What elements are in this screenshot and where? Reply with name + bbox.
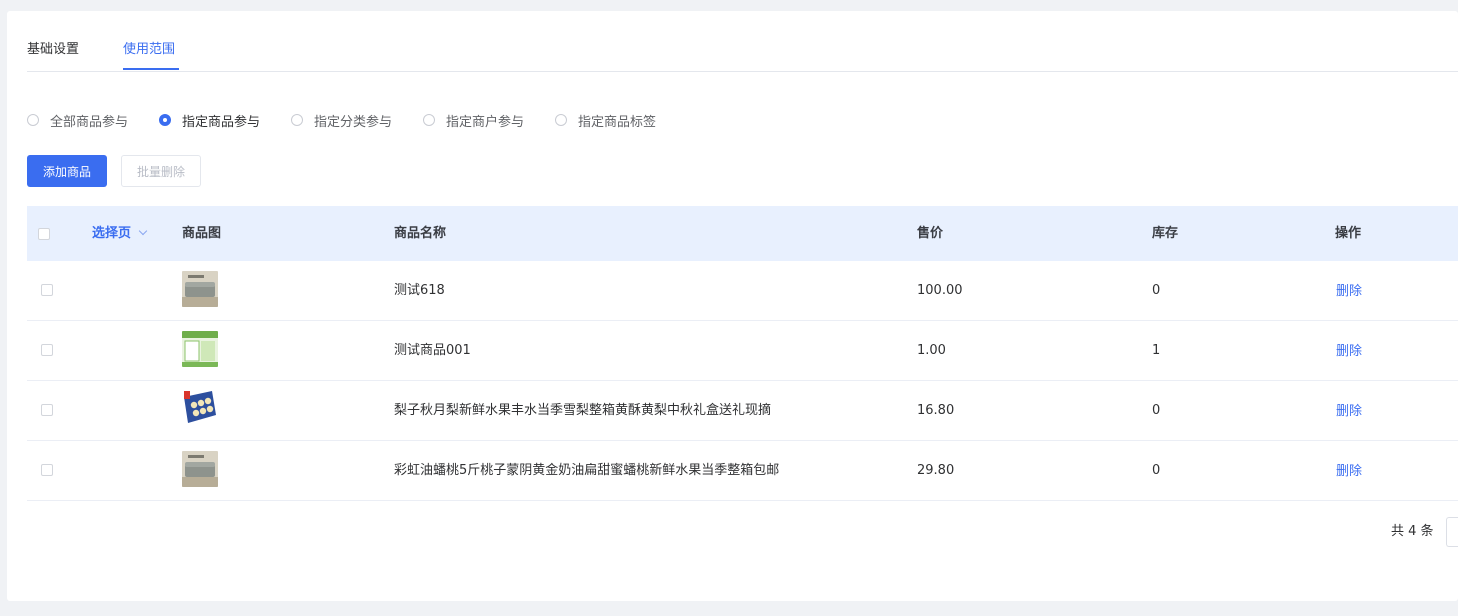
radio-label: 全部商品参与 xyxy=(50,114,129,130)
select-page-label: 选择页 xyxy=(92,226,132,241)
batch-delete-button[interactable]: 批量删除 xyxy=(121,155,201,187)
tab-bar: 基础设置 使用范围 xyxy=(27,11,1458,72)
product-name: 梨子秋月梨新鲜水果丰水当季雪梨整箱黄酥黄梨中秋礼盒送礼现摘 xyxy=(394,403,772,418)
radio-all-products[interactable]: 全部商品参与 xyxy=(27,110,128,130)
product-stock: 0 xyxy=(1152,283,1161,298)
product-thumbnail-sofa xyxy=(182,451,218,487)
radio-label: 指定商品标签 xyxy=(578,114,657,130)
product-stock: 0 xyxy=(1152,463,1161,478)
delete-link[interactable]: 删除 xyxy=(1336,442,1362,501)
product-thumbnail-pear-giftbox xyxy=(182,389,218,425)
page-size-select[interactable] xyxy=(1446,517,1458,547)
column-header-image: 商品图 xyxy=(182,226,222,241)
delete-link[interactable]: 删除 xyxy=(1336,382,1362,441)
row-checkbox[interactable] xyxy=(41,284,53,296)
tab-usage-scope[interactable]: 使用范围 xyxy=(123,40,175,60)
chevron-down-icon xyxy=(138,226,148,236)
radio-specified-categories[interactable]: 指定分类参与 xyxy=(291,110,392,130)
radio-circle-icon[interactable] xyxy=(555,114,567,126)
add-product-button[interactable]: 添加商品 xyxy=(27,155,107,187)
pagination-total: 共 4 条 xyxy=(1391,524,1434,539)
delete-link[interactable]: 删除 xyxy=(1336,262,1362,321)
product-stock: 1 xyxy=(1152,343,1161,358)
row-checkbox[interactable] xyxy=(41,344,53,356)
table-header: 选择页 商品图 商品名称 售价 库存 操作 xyxy=(27,206,1458,261)
product-name: 测试618 xyxy=(394,283,445,298)
table-row: 梨子秋月梨新鲜水果丰水当季雪梨整箱黄酥黄梨中秋礼盒送礼现摘 16.80 0 删除 xyxy=(27,381,1458,441)
table-row: 测试618 100.00 0 删除 xyxy=(27,261,1458,321)
main-card: 基础设置 使用范围 全部商品参与 指定商品参与 指定分类参与 指定商户参与 指定… xyxy=(7,11,1458,601)
row-checkbox[interactable] xyxy=(41,404,53,416)
radio-specified-tags[interactable]: 指定商品标签 xyxy=(555,110,656,130)
radio-label: 指定商品参与 xyxy=(182,114,261,130)
product-name: 测试商品001 xyxy=(394,343,471,358)
product-table: 选择页 商品图 商品名称 售价 库存 操作 测试618 100.00 0 删除 … xyxy=(27,206,1458,501)
column-header-price: 售价 xyxy=(917,226,944,241)
radio-circle-icon[interactable] xyxy=(291,114,303,126)
product-thumbnail-sofa xyxy=(182,271,218,307)
radio-circle-icon[interactable] xyxy=(423,114,435,126)
radio-circle-icon[interactable] xyxy=(27,114,39,126)
table-row: 彩虹油蟠桃5斤桃子蒙阴黄金奶油扁甜蜜蟠桃新鲜水果当季整箱包邮 29.80 0 删… xyxy=(27,441,1458,501)
active-tab-indicator xyxy=(123,68,179,70)
column-header-action: 操作 xyxy=(1335,226,1362,241)
select-page-dropdown[interactable]: 选择页 xyxy=(92,206,148,261)
row-checkbox[interactable] xyxy=(41,464,53,476)
select-all-checkbox[interactable] xyxy=(38,228,50,240)
product-thumbnail-green-box xyxy=(182,331,218,367)
product-price: 1.00 xyxy=(917,343,946,358)
radio-label: 指定分类参与 xyxy=(314,114,393,130)
product-price: 29.80 xyxy=(917,463,955,478)
product-name: 彩虹油蟠桃5斤桃子蒙阴黄金奶油扁甜蜜蟠桃新鲜水果当季整箱包邮 xyxy=(394,463,780,478)
table-row: 测试商品001 1.00 1 删除 xyxy=(27,321,1458,381)
column-header-name: 商品名称 xyxy=(394,226,447,241)
radio-circle-checked-icon[interactable] xyxy=(159,114,171,126)
delete-link[interactable]: 删除 xyxy=(1336,322,1362,381)
radio-specified-products[interactable]: 指定商品参与 xyxy=(159,110,260,130)
column-header-stock: 库存 xyxy=(1152,226,1179,241)
product-price: 100.00 xyxy=(917,283,963,298)
product-stock: 0 xyxy=(1152,403,1161,418)
tab-basic-settings[interactable]: 基础设置 xyxy=(27,40,79,60)
product-price: 16.80 xyxy=(917,403,955,418)
radio-label: 指定商户参与 xyxy=(446,114,525,130)
radio-specified-merchants[interactable]: 指定商户参与 xyxy=(423,110,524,130)
